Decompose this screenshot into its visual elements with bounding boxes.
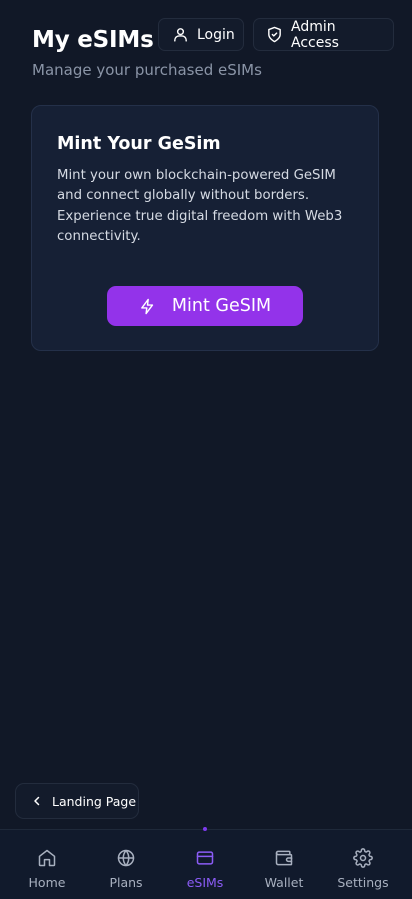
nav-label-plans: Plans (109, 875, 143, 890)
login-button[interactable]: Login (158, 18, 244, 51)
nav-item-home[interactable]: Home (12, 830, 82, 899)
nav-label-settings: Settings (337, 875, 389, 890)
shield-check-icon (268, 26, 281, 43)
login-label: Login (197, 26, 235, 43)
home-icon (38, 849, 56, 867)
nav-label-wallet: Wallet (264, 875, 304, 890)
nav-item-esims[interactable]: eSIMs (170, 830, 240, 899)
nav-item-plans[interactable]: Plans (91, 830, 161, 899)
nav-label-esims: eSIMs (186, 875, 224, 890)
admin-access-button[interactable]: Admin Access (253, 18, 394, 51)
nav-item-settings[interactable]: Settings (328, 830, 398, 899)
card-description: Mint your own blockchain-powered GeSIM a… (57, 168, 343, 244)
nav-item-wallet[interactable]: Wallet (249, 830, 319, 899)
page-subtitle: Manage your purchased eSIMs (32, 61, 262, 79)
mint-gesim-button[interactable]: Mint GeSIM (107, 286, 303, 326)
chevron-left-icon (34, 796, 40, 806)
lightning-icon (141, 298, 154, 314)
gear-icon (353, 848, 373, 868)
wallet-icon (275, 850, 293, 866)
admin-access-label: Admin Access (291, 18, 339, 51)
landing-page-button[interactable]: Landing Page (15, 783, 139, 819)
user-icon (174, 28, 187, 42)
landing-page-label: Landing Page (52, 793, 137, 809)
nav-label-home: Home (28, 875, 66, 890)
bottom-nav: Home Plans eSIMs Wallet Settings (0, 827, 412, 899)
credit-card-icon (196, 851, 214, 865)
card-title: Mint Your GeSim (57, 134, 221, 154)
page-title: My eSIMs (32, 27, 154, 53)
globe-icon (117, 849, 135, 867)
mint-gesim-label: Mint GeSIM (171, 296, 272, 316)
mint-card: Mint Your GeSim Mint your own blockchain… (31, 105, 379, 351)
